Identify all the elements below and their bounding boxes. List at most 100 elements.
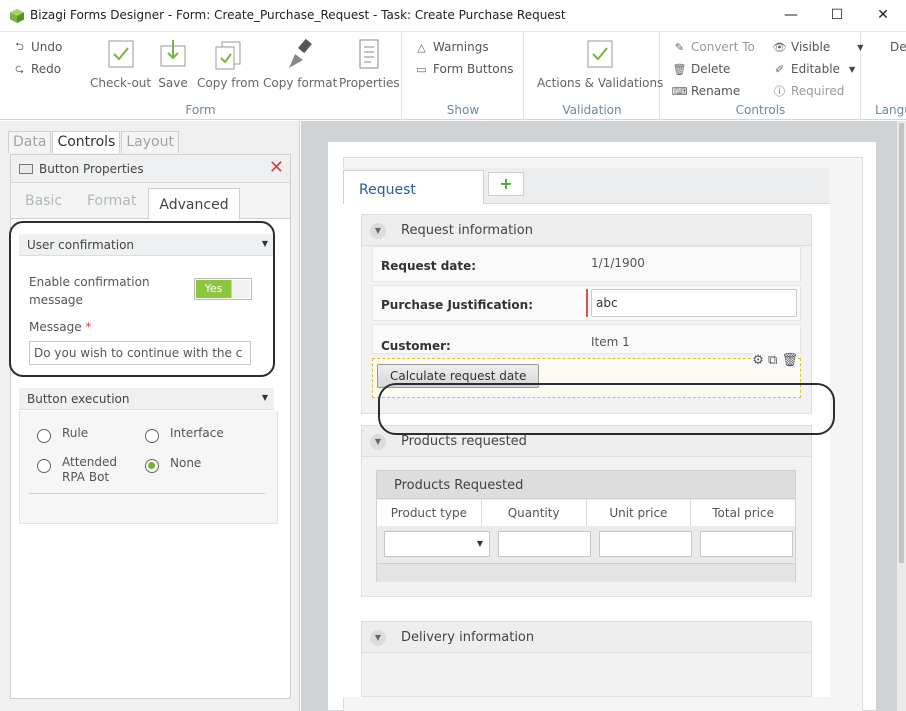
close-icon[interactable]: ✕ bbox=[269, 159, 284, 177]
group-delivery-information[interactable]: ▼ Delivery information bbox=[361, 621, 812, 653]
control-toolbar: ⚙ ⧉ 🗑 bbox=[752, 353, 798, 368]
actions-validations-button[interactable]: Actions & Validations bbox=[537, 38, 663, 90]
add-tab-icon[interactable]: + bbox=[488, 172, 524, 196]
bizagi-logo-icon bbox=[10, 9, 24, 23]
minimize-button[interactable]: — bbox=[768, 0, 814, 30]
grid-header: Product type Quantity Unit price Total p… bbox=[377, 500, 795, 526]
editable-dropdown[interactable]: ✐ Editable ▼ bbox=[773, 62, 855, 76]
column-quantity[interactable]: Quantity bbox=[482, 500, 587, 526]
checkout-icon bbox=[108, 40, 134, 68]
save-button[interactable]: Save bbox=[158, 38, 188, 90]
ribbon-group-show: △ Warnings ▭ Form Buttons Show bbox=[403, 32, 524, 120]
window-title: Bizagi Forms Designer - Form: Create_Pur… bbox=[30, 8, 566, 22]
required-icon: ⓘ bbox=[774, 85, 785, 98]
form-tab-bar: Request + bbox=[343, 168, 830, 204]
radio-none[interactable] bbox=[145, 459, 159, 473]
ribbon-group-label-controls: Controls bbox=[735, 103, 786, 117]
radio-rpa-bot-label: Attended RPA Bot bbox=[62, 455, 118, 484]
properties-button[interactable]: Properties bbox=[339, 38, 400, 90]
total-price-input[interactable] bbox=[700, 531, 793, 557]
redo-icon: ⮎ bbox=[15, 61, 24, 75]
maximize-button[interactable]: ☐ bbox=[814, 0, 860, 30]
redo-button[interactable]: ⮎ Redo bbox=[13, 61, 61, 77]
panel-tabs: Data Controls Layout bbox=[8, 131, 180, 153]
customer-value: Item 1 bbox=[591, 335, 630, 349]
tab-advanced[interactable]: Advanced bbox=[148, 188, 240, 220]
copy-from-icon bbox=[215, 41, 241, 70]
convert-icon: ✎ bbox=[674, 40, 685, 54]
request-date-label: Request date: bbox=[381, 259, 477, 273]
chevron-down-icon: ▼ bbox=[476, 539, 483, 548]
scrollbar-thumb[interactable] bbox=[899, 123, 904, 563]
justification-label: Purchase Justification: bbox=[381, 298, 534, 312]
tab-controls[interactable]: Controls bbox=[52, 131, 121, 153]
row-customer[interactable]: Customer: Item 1 bbox=[372, 324, 801, 354]
props-sub-tabs: Basic Format Advanced bbox=[11, 183, 290, 220]
delivery-information-body bbox=[361, 653, 812, 697]
tab-basic[interactable]: Basic bbox=[25, 189, 62, 219]
radio-rule[interactable] bbox=[37, 429, 51, 443]
radio-interface[interactable] bbox=[145, 429, 159, 443]
row-purchase-justification[interactable]: Purchase Justification: abc bbox=[372, 285, 801, 321]
radio-rpa-bot[interactable] bbox=[37, 459, 51, 473]
form-body: ▼ Request information Request date: 1/1/… bbox=[343, 204, 830, 697]
chevron-down-icon: ▼ bbox=[848, 64, 856, 74]
customer-label: Customer: bbox=[381, 339, 451, 353]
radio-none-label: None bbox=[170, 456, 202, 470]
ribbon-group-label-validation: Validation bbox=[562, 103, 622, 117]
convert-to-button[interactable]: ✎ Convert To bbox=[673, 40, 755, 54]
ribbon-group-controls: ✎ Convert To 🗑 Delete ⌨ Rename 👁 Visible… bbox=[661, 32, 864, 120]
highlight-calc-button bbox=[378, 383, 835, 435]
group-request-information[interactable]: ▼ Request information bbox=[361, 214, 812, 246]
row-request-date[interactable]: Request date: 1/1/1900 bbox=[372, 246, 801, 282]
unit-price-input[interactable] bbox=[599, 531, 692, 557]
ribbon-group-label-form: Form bbox=[185, 103, 216, 117]
ribbon-group-language: De Langu bbox=[862, 32, 906, 120]
undo-button[interactable]: ⮌ Undo bbox=[13, 40, 62, 55]
highlight-user-confirmation bbox=[9, 221, 275, 377]
column-total-price[interactable]: Total price bbox=[691, 500, 795, 526]
chevron-down-icon: ▼ bbox=[370, 434, 386, 450]
button-execution-section[interactable]: Button execution ▼ bbox=[19, 388, 274, 410]
products-grid: Products Requested Product type Quantity… bbox=[376, 470, 796, 582]
canvas-scrollbar[interactable] bbox=[897, 121, 906, 711]
grid-title: Products Requested bbox=[377, 471, 795, 499]
tab-data[interactable]: Data bbox=[8, 131, 52, 153]
tab-layout[interactable]: Layout bbox=[121, 131, 179, 153]
close-button[interactable]: ✕ bbox=[860, 0, 906, 30]
required-button[interactable]: ⓘ Required bbox=[773, 84, 844, 98]
gear-icon[interactable]: ⚙ bbox=[752, 353, 764, 368]
delete-button[interactable]: 🗑 Delete bbox=[672, 62, 731, 76]
visible-dropdown[interactable]: 👁 Visible ▼ bbox=[772, 40, 864, 54]
chevron-down-icon: ▼ bbox=[370, 223, 386, 239]
radio-rule-label: Rule bbox=[62, 426, 89, 440]
radio-interface-label: Interface bbox=[170, 426, 224, 440]
ribbon-group-validation: Actions & Validations Validation bbox=[525, 32, 663, 120]
chevron-down-icon: ▼ bbox=[370, 630, 386, 646]
copy-icon[interactable]: ⧉ bbox=[768, 353, 777, 368]
request-date-value: 1/1/1900 bbox=[591, 256, 645, 270]
eye-icon: 👁 bbox=[772, 40, 787, 54]
required-indicator bbox=[586, 289, 588, 317]
copy-format-button[interactable]: Copy format bbox=[263, 38, 337, 90]
warnings-button[interactable]: △ Warnings bbox=[415, 40, 488, 54]
rename-button[interactable]: ⌨ Rename bbox=[672, 84, 741, 98]
product-type-select[interactable]: ▼ bbox=[384, 531, 490, 557]
paintbrush-icon bbox=[289, 38, 313, 68]
chevron-down-icon: ▼ bbox=[261, 393, 268, 402]
trash-icon[interactable]: 🗑 bbox=[781, 353, 798, 368]
copy-from-button[interactable]: Copy from bbox=[197, 38, 259, 90]
column-product-type[interactable]: Product type bbox=[377, 500, 482, 526]
tab-format[interactable]: Format bbox=[87, 189, 136, 219]
justification-input[interactable]: abc bbox=[591, 289, 797, 317]
ribbon: ⮌ Undo ⮎ Redo Check-out Save Copy from C… bbox=[0, 32, 906, 120]
language-button[interactable]: De bbox=[890, 40, 906, 54]
quantity-input[interactable] bbox=[498, 531, 591, 557]
tab-request[interactable]: Request bbox=[343, 170, 484, 204]
column-unit-price[interactable]: Unit price bbox=[587, 500, 692, 526]
left-panel: Data Controls Layout Button Properties ✕… bbox=[0, 121, 300, 711]
divider bbox=[29, 493, 265, 494]
form-buttons-button[interactable]: ▭ Form Buttons bbox=[415, 62, 513, 76]
checkout-button[interactable]: Check-out bbox=[90, 38, 151, 90]
trash-icon: 🗑 bbox=[672, 62, 687, 76]
